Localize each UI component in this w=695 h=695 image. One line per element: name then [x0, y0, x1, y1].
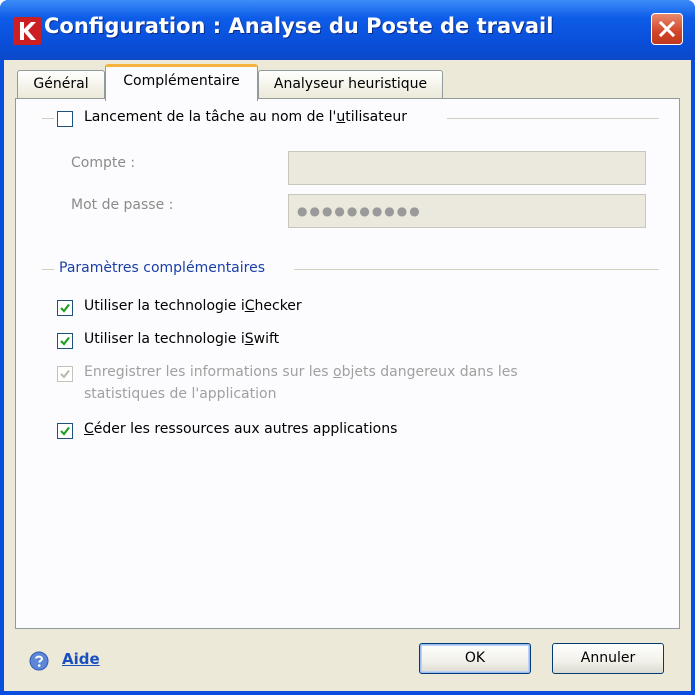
group-line-left: [42, 118, 54, 119]
dialog-client-area: Général Complémentaire Analyseur heurist…: [4, 60, 691, 691]
kaspersky-logo-icon: [13, 17, 41, 45]
cancel-button[interactable]: Annuler: [552, 643, 664, 674]
group-line-right: [447, 118, 659, 119]
window-title: Configuration : Analyse du Poste de trav…: [44, 14, 554, 38]
group2-line-left: [42, 269, 54, 270]
run-as-user-checkbox[interactable]: [57, 111, 73, 127]
checkmark-icon: [60, 369, 70, 379]
run-as-user-label[interactable]: Lancement de la tâche au nom de l'utilis…: [84, 109, 407, 125]
password-mask: ●●●●●●●●●●: [297, 204, 422, 218]
yield-resources-label[interactable]: Céder les ressources aux autres applicat…: [84, 421, 397, 437]
title-bar[interactable]: Configuration : Analyse du Poste de trav…: [0, 0, 695, 60]
ichecker-label[interactable]: Utiliser la technologie iChecker: [84, 298, 302, 314]
group2-line-right: [294, 269, 659, 270]
close-button[interactable]: [651, 13, 683, 45]
yield-resources-checkbox[interactable]: [57, 423, 73, 439]
ok-button[interactable]: OK: [419, 643, 531, 674]
ichecker-checkbox[interactable]: [57, 300, 73, 316]
tab-complementaire[interactable]: Complémentaire: [105, 64, 258, 101]
checkmark-icon: [60, 336, 70, 346]
iswift-label[interactable]: Utiliser la technologie iSwift: [84, 331, 279, 347]
dangerous-objects-stats-label: Enregistrer les informations sur les obj…: [84, 364, 518, 380]
account-label: Compte :: [71, 155, 136, 171]
password-label: Mot de passe :: [71, 197, 174, 213]
dangerous-objects-stats-label-line2: statistiques de l'application: [84, 386, 277, 402]
password-field[interactable]: ●●●●●●●●●●: [288, 194, 646, 228]
help-link[interactable]: Aide: [62, 650, 100, 668]
tab-analyseur-heuristique[interactable]: Analyseur heuristique: [258, 70, 443, 98]
iswift-checkbox[interactable]: [57, 333, 73, 349]
help-icon[interactable]: [29, 651, 49, 671]
tab-general[interactable]: Général: [17, 70, 105, 98]
tab-panel: Lancement de la tâche au nom de l'utilis…: [15, 98, 680, 629]
account-field[interactable]: [288, 151, 646, 185]
checkmark-icon: [60, 303, 70, 313]
checkmark-icon: [60, 426, 70, 436]
close-icon: [658, 20, 676, 38]
extra-group-label: Paramètres complémentaires: [59, 260, 266, 276]
tab-strip: Général Complémentaire Analyseur heurist…: [4, 60, 691, 101]
dialog-window: Configuration : Analyse du Poste de trav…: [0, 0, 695, 695]
dangerous-objects-stats-checkbox: [57, 366, 73, 382]
